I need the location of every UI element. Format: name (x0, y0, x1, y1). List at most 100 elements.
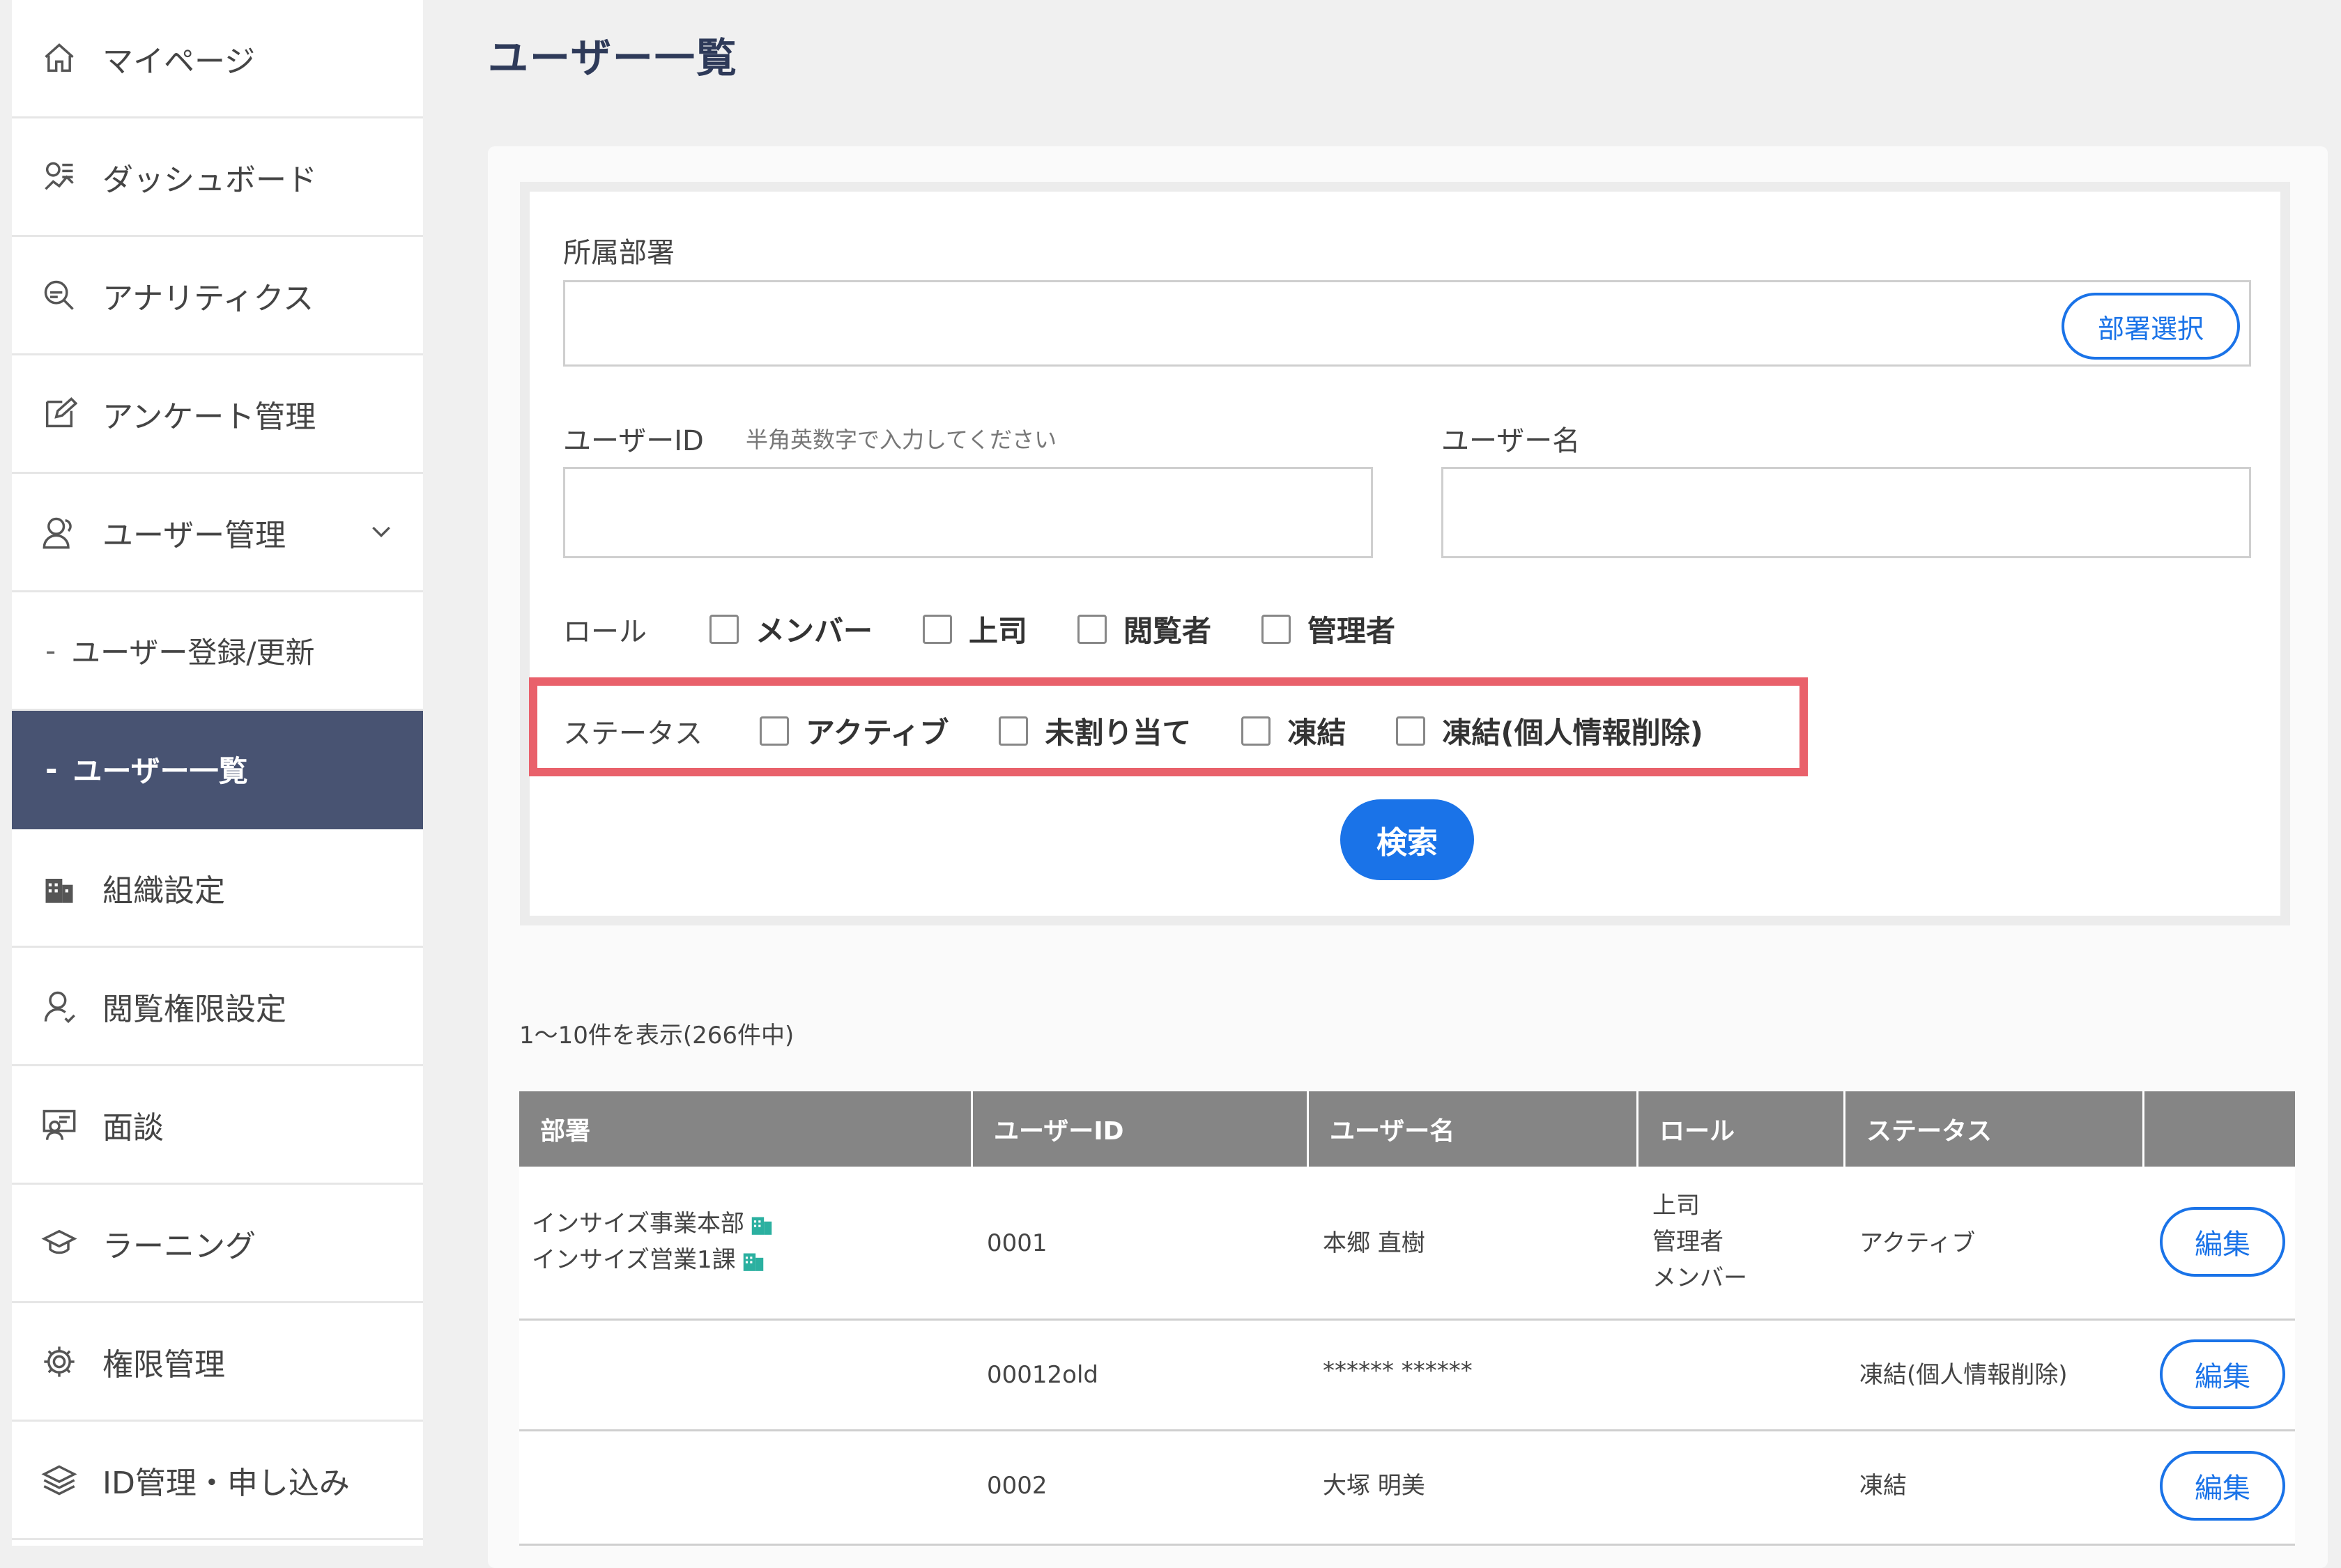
sidebar-item-label: ユーザー管理 (102, 517, 286, 553)
user-id-label: ユーザーID (563, 425, 704, 457)
sidebar-item-prefix: - (45, 752, 58, 786)
role-admin-label: 管理者 (1307, 614, 1396, 648)
role-boss-label: 上司 (969, 614, 1028, 648)
user-permission-icon (40, 987, 79, 1026)
role-option-member[interactable]: メンバー (709, 608, 873, 650)
department-field[interactable] (563, 280, 2251, 367)
role-admin-checkbox[interactable] (1261, 614, 1291, 644)
department-select-button[interactable]: 部署選択 (2062, 293, 2240, 360)
role-viewer-label: 閲覧者 (1123, 614, 1212, 648)
dashboard-icon (40, 157, 79, 197)
role-value: メンバー (1652, 1264, 1747, 1292)
sidebar-item-label: 権限管理 (102, 1346, 225, 1383)
role-member-label: メンバー (755, 614, 873, 648)
sidebar-item-label: アンケート管理 (102, 399, 316, 435)
organization-icon (751, 1217, 772, 1235)
sidebar-item-user-list[interactable]: - ユーザー一覧 (12, 711, 423, 829)
page-title: ユーザー一覧 (488, 34, 738, 82)
sidebar-item-label: ID管理・申し込み (102, 1465, 350, 1501)
table-row: 0002 大塚 明美 凍結 編集 (519, 1431, 2295, 1546)
sidebar-item-prefix: - (45, 633, 56, 668)
dept-cell: インサイズ事業本部 インサイズ営業1課 (532, 1206, 775, 1278)
edit-icon (40, 394, 79, 433)
sidebar-item-label: ラーニング (102, 1228, 256, 1264)
column-header-user-id[interactable]: ユーザーID (973, 1091, 1309, 1167)
user-name-cell: 大塚 明美 (1323, 1472, 1425, 1500)
sidebar: マイページ ダッシュボード アナリティクス アンケート管理 ユーザー管理 - ユ… (12, 0, 423, 1546)
role-label: ロール (563, 615, 647, 648)
home-icon (40, 39, 79, 78)
column-header-dept[interactable]: 部署 (519, 1091, 973, 1167)
sidebar-item-id-management[interactable]: ID管理・申し込み (12, 1422, 423, 1540)
search-button[interactable]: 検索 (1340, 799, 1474, 880)
department-label: 所属部署 (563, 237, 675, 269)
sidebar-item-learning[interactable]: ラーニング (12, 1185, 423, 1303)
dept-name: インサイズ事業本部 (532, 1210, 744, 1238)
sidebar-item-view-permission[interactable]: 閲覧権限設定 (12, 948, 423, 1066)
sidebar-item-permission-management[interactable]: 権限管理 (12, 1303, 423, 1422)
dept-item: インサイズ事業本部 (532, 1206, 775, 1242)
user-id-hint: 半角英数字で入力してください (746, 426, 1057, 453)
sidebar-item-dashboard[interactable]: ダッシュボード (12, 118, 423, 237)
layers-icon (40, 1461, 79, 1500)
table-row: 00012old ****** ****** 凍結(個人情報削除) 編集 (519, 1321, 2295, 1431)
results-count: 1～10件を表示(266件中) (519, 1022, 795, 1050)
edit-button[interactable]: 編集 (2160, 1207, 2285, 1277)
user-name-cell: 本郷 直樹 (1323, 1229, 1425, 1257)
sidebar-item-label: 面談 (102, 1109, 164, 1146)
dept-name: インサイズ営業1課 (532, 1246, 736, 1274)
user-name-label: ユーザー名 (1441, 425, 1581, 457)
role-value: 管理者 (1652, 1228, 1724, 1256)
sidebar-item-organization[interactable]: 組織設定 (12, 829, 423, 948)
role-cell: 上司 管理者 メンバー (1652, 1187, 1747, 1296)
organization-icon (743, 1253, 763, 1271)
sidebar-item-user-register[interactable]: - ユーザー登録/更新 (12, 592, 423, 711)
edit-button[interactable]: 編集 (2160, 1339, 2285, 1409)
user-id-cell: 0001 (987, 1229, 1047, 1257)
sidebar-item-interview[interactable]: 面談 (12, 1066, 423, 1185)
users-icon (40, 513, 79, 552)
sidebar-item-mypage[interactable]: マイページ (12, 0, 423, 118)
sidebar-item-label: アナリティクス (102, 280, 314, 316)
role-value: 上司 (1652, 1192, 1700, 1220)
table-row: インサイズ事業本部 インサイズ営業1課 0001 本郷 直樹 上司 管理者 メン… (519, 1167, 2295, 1321)
analytics-search-icon (40, 276, 79, 315)
user-id-input[interactable] (563, 467, 1373, 558)
user-name-input[interactable] (1441, 467, 2251, 558)
building-icon (40, 868, 79, 907)
status-cell: 凍結 (1859, 1472, 1907, 1500)
column-header-user-name[interactable]: ユーザー名 (1309, 1091, 1638, 1167)
role-option-viewer[interactable]: 閲覧者 (1077, 608, 1211, 650)
role-option-boss[interactable]: 上司 (923, 608, 1027, 650)
role-filter: ロール メンバー 上司 閲覧者 管理者 (563, 608, 1395, 650)
sidebar-item-label: 組織設定 (102, 873, 225, 909)
sidebar-item-label: ダッシュボード (102, 162, 317, 198)
status-cell: アクティブ (1859, 1229, 1976, 1257)
user-id-cell: 00012old (987, 1361, 1098, 1389)
role-option-admin[interactable]: 管理者 (1261, 608, 1395, 650)
status-cell: 凍結(個人情報削除) (1859, 1361, 2068, 1389)
user-id-cell: 0002 (987, 1472, 1047, 1500)
chevron-down-icon[interactable] (367, 517, 395, 545)
role-boss-checkbox[interactable] (923, 614, 953, 644)
interview-icon (40, 1105, 79, 1144)
column-header-status[interactable]: ステータス (1845, 1091, 2144, 1167)
sidebar-item-label: ユーザー登録/更新 (71, 636, 315, 670)
edit-button[interactable]: 編集 (2160, 1451, 2285, 1521)
sidebar-item-user-management[interactable]: ユーザー管理 (12, 474, 423, 592)
sidebar-item-survey[interactable]: アンケート管理 (12, 355, 423, 474)
graduation-cap-icon (40, 1224, 79, 1263)
sidebar-item-analytics[interactable]: アナリティクス (12, 237, 423, 355)
dept-item: インサイズ営業1課 (532, 1242, 775, 1278)
column-header-role[interactable]: ロール (1638, 1091, 1845, 1167)
column-header-action (2144, 1091, 2295, 1167)
highlight-box (529, 677, 1808, 776)
sidebar-item-label: マイページ (102, 43, 256, 79)
sidebar-item-label: ユーザー一覧 (72, 754, 248, 788)
gear-icon (40, 1342, 79, 1381)
sidebar-item-label: 閲覧権限設定 (102, 991, 286, 1027)
role-viewer-checkbox[interactable] (1077, 614, 1107, 644)
table-header: 部署 ユーザーID ユーザー名 ロール ステータス (519, 1091, 2295, 1167)
user-name-cell: ****** ****** (1323, 1357, 1473, 1385)
role-member-checkbox[interactable] (709, 614, 739, 644)
